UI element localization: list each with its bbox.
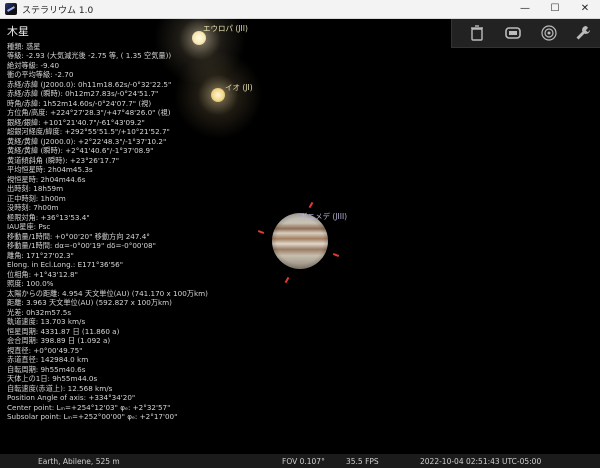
screen-icon[interactable] xyxy=(504,24,522,42)
selection-marker-right xyxy=(332,253,340,257)
info-line: 没時刻: 7h00m xyxy=(7,203,59,212)
location-text: Earth, Abilene, 525 m xyxy=(38,457,120,466)
info-line: 軌道速度: 13.703 km/s xyxy=(7,317,86,326)
info-line: 等級: -2.93 (大気減光後 -2.75 等, ( 1.35 空気量)) xyxy=(7,51,172,60)
top-right-toolbar xyxy=(451,19,600,48)
info-line: 視直径: +0°00'49.75" xyxy=(7,345,83,355)
selection-marker-top xyxy=(308,201,314,209)
selection-marker-bottom xyxy=(284,276,290,284)
stellarium-app-icon xyxy=(5,3,17,15)
info-line: 天体上の1日: 9h55m44.0s xyxy=(7,374,98,383)
datetime-text: 2022-10-04 02:51:43 UTC-05:00 xyxy=(420,457,542,466)
info-line: Position Angle of axis: +334°34'20" xyxy=(7,393,136,402)
info-line: 照度: 100.0% xyxy=(7,279,54,288)
maximize-button[interactable]: ☐ xyxy=(540,0,570,18)
info-line: 移動量/1時間: dα=-0°00'19" dδ=-0°00'08" xyxy=(7,241,156,250)
io-label: イオ (JI) xyxy=(225,83,253,92)
trash-icon[interactable] xyxy=(468,24,486,42)
info-line: Elong. in Ecl.Long.: E171°36'56" xyxy=(7,260,124,269)
status-bar: Earth, Abilene, 525 m FOV 0.107° 35.5 FP… xyxy=(0,454,600,468)
info-line: 赤道直径: 142984.0 km xyxy=(7,355,89,364)
ganymede-label: ガニメデ (JIII) xyxy=(300,212,348,221)
fov-text: FOV 0.107° xyxy=(282,457,325,466)
close-button[interactable]: ✕ xyxy=(570,0,600,18)
info-line: 絶対等級: -9.40 xyxy=(7,60,60,70)
info-line: 正中時刻: 1h00m xyxy=(7,193,66,203)
info-line: 移動量/1時間: +0°00'20" 移動方向 247.4° xyxy=(7,231,150,241)
info-line: 黄道傾斜角 (瞬時): +23°26'17.7" xyxy=(7,155,120,165)
window-titlebar: ステラリウム 1.0 — ☐ ✕ xyxy=(0,0,600,19)
selection-marker-left xyxy=(257,230,265,234)
info-line: 離角: 171°27'02.3" xyxy=(7,250,74,260)
object-title: 木星 xyxy=(7,25,29,38)
info-line: 位相角: +1°43'12.8" xyxy=(7,269,78,279)
info-line: 極限対角: +36°13'53.4" xyxy=(7,212,90,222)
info-line: 光差: 0h32m57.5s xyxy=(7,307,72,317)
info-line: 超銀河経度/緯度: +292°55'51.5"/+10°21'52.7" xyxy=(7,127,170,136)
info-line: 出時刻: 18h59m xyxy=(7,184,64,193)
info-line: 衝の平均等級: -2.70 xyxy=(7,70,74,79)
network-icon[interactable] xyxy=(540,24,558,42)
fps-text: 35.5 FPS xyxy=(346,457,379,466)
object-info-lines: 種類: 惑星 等級: -2.93 (大気減光後 -2.75 等, ( 1.35 空… xyxy=(7,42,208,422)
info-line: 自転周期: 9h55m40.6s xyxy=(7,364,86,374)
window-title: ステラリウム 1.0 xyxy=(22,6,94,16)
info-line: 距離: 3.963 天文単位(AU) (592.827 x 100万km) xyxy=(7,298,172,307)
sky-view[interactable]: エウロパ (JII) イオ (JI) ガニメデ (JIII) 木星 種類: 惑星… xyxy=(0,19,600,468)
info-line: 赤経/赤緯 (瞬時): 0h12m27.83s/-0°24'51.7" xyxy=(7,89,159,98)
info-line: 赤経/赤緯 (J2000.0): 0h11m18.62s/-0°32'22.5" xyxy=(7,79,172,89)
info-line: 方位角/高度: +224°27'28.3"/+47°48'26.0" (視) xyxy=(7,108,171,117)
info-line: IAU星座: Psc xyxy=(7,222,51,231)
europa-label: エウロパ (JII) xyxy=(203,24,248,33)
info-line: 太陽からの距離: 4.954 天文単位(AU) (741.170 x 100万k… xyxy=(7,288,208,298)
info-line: 平均恒星時: 2h04m45.3s xyxy=(7,165,93,174)
info-line: 時角/赤緯: 1h52m14.60s/-0°24'07.7" (視) xyxy=(7,98,152,108)
info-line: 視恒星時: 2h04m44.6s xyxy=(7,174,86,184)
info-line: Center point: Lₘ=+254°12'03" φₑ: +2°32'5… xyxy=(7,402,171,412)
info-line: 黄経/黄緯 (瞬時): +2°41'40.6"/-1°37'08.9" xyxy=(7,146,154,155)
info-line: Subsolar point: Lₘ=+252°00'00" φₑ: +2°17… xyxy=(7,412,178,421)
wrench-icon[interactable] xyxy=(574,24,592,42)
info-line: 銀経/銀緯: +101°21'40.7"/-61°43'09.2" xyxy=(7,117,145,127)
io-moon[interactable] xyxy=(211,88,225,102)
minimize-button[interactable]: — xyxy=(510,0,540,18)
info-line: 自転速度(赤道上): 12.568 km/s xyxy=(7,383,113,393)
info-line: 黄経/黄緯 (J2000.0): +2°22'48.3"/-1°37'10.2" xyxy=(7,136,167,146)
info-line: 種類: 惑星 xyxy=(7,41,41,51)
info-line: 恒星周期: 4331.87 日 (11.860 a) xyxy=(7,326,120,336)
object-info-panel: 木星 種類: 惑星 等級: -2.93 (大気減光後 -2.75 等, ( 1.3… xyxy=(7,25,208,422)
info-line: 会合周期: 398.89 日 (1.092 a) xyxy=(7,336,111,345)
